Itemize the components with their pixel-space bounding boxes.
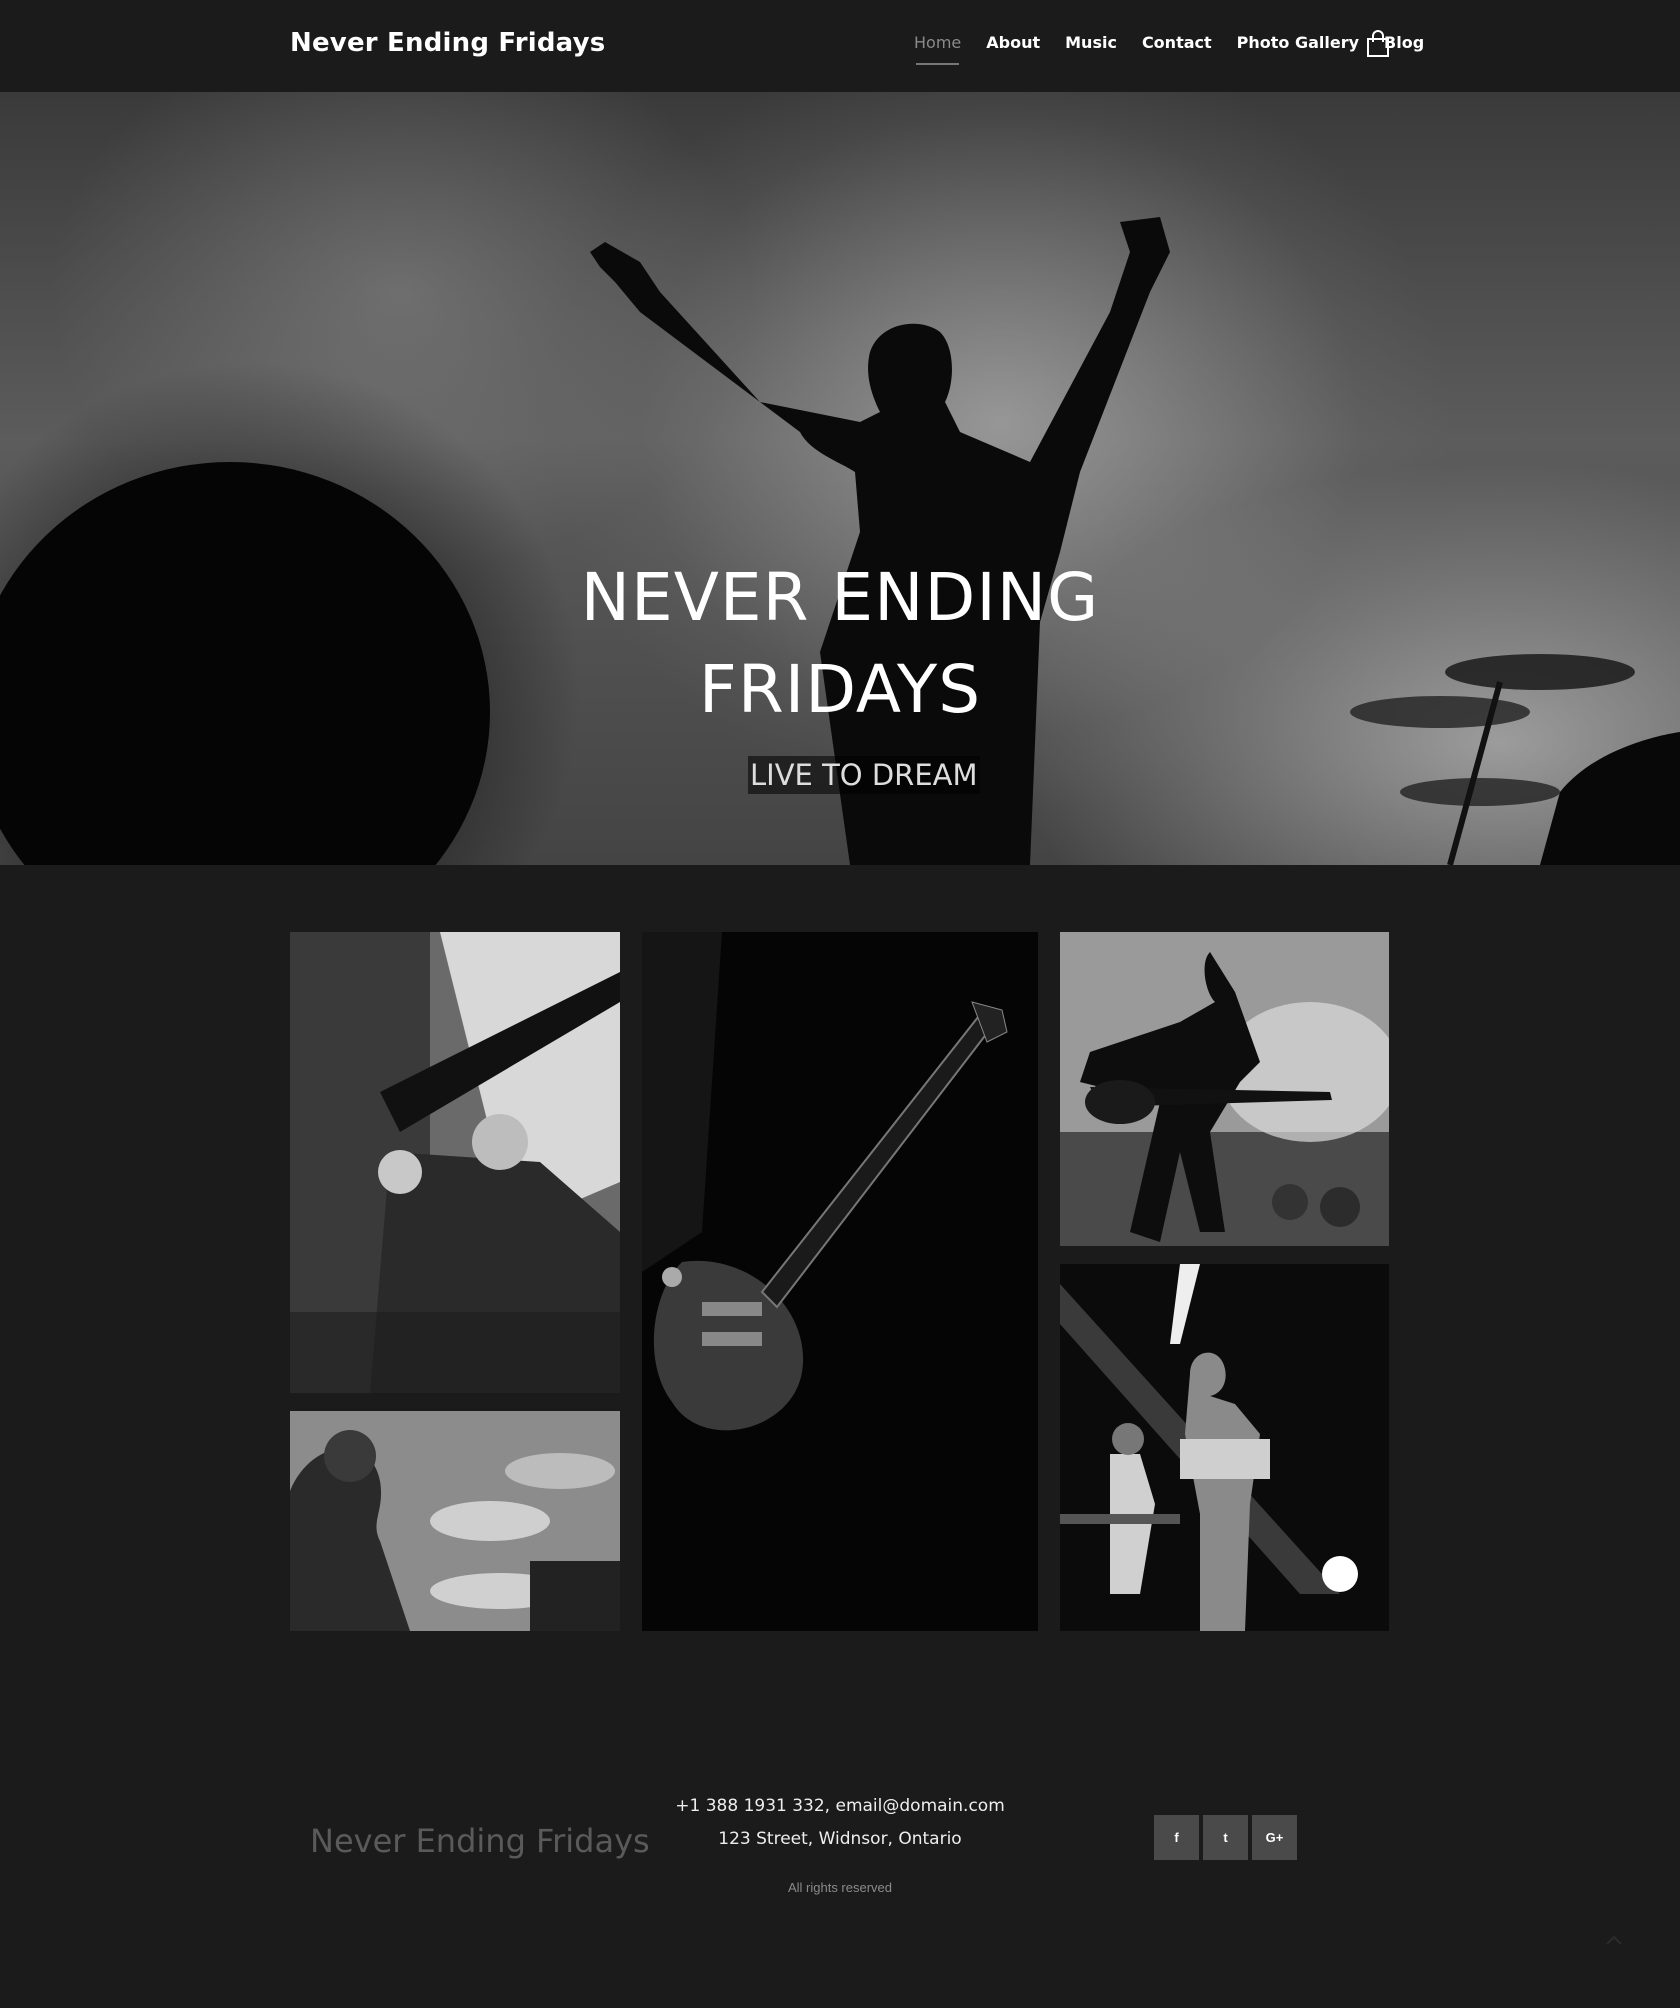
footer-address-line: 123 Street, Widnsor, Ontario xyxy=(718,1829,962,1849)
hero-title-line-2: FRIDAYS xyxy=(698,651,982,728)
hero-tagline: LIVE TO DREAM xyxy=(748,756,980,794)
gallery-image-guitarist-closeup[interactable] xyxy=(290,932,620,1393)
hero-concert-photo xyxy=(0,217,1680,865)
gallery-image-guitarist-on-stage[interactable] xyxy=(1060,932,1389,1246)
twitter-icon[interactable]: t xyxy=(1203,1815,1248,1860)
nav-item-home[interactable]: Home xyxy=(914,33,961,65)
gallery-image-drummer[interactable] xyxy=(290,1411,620,1631)
hero-banner: NEVER ENDING FRIDAYS LIVE TO DREAM xyxy=(0,92,1680,865)
footer-rights: All rights reserved xyxy=(787,1880,893,1895)
nav-item-about[interactable]: About xyxy=(986,33,1040,52)
social-links: f t G+ xyxy=(1154,1815,1297,1860)
footer-brand[interactable]: Never Ending Fridays xyxy=(310,1822,650,1860)
hero-title: NEVER ENDING FRIDAYS xyxy=(0,552,1680,736)
nav-item-blog[interactable]: Blog xyxy=(1384,33,1424,52)
site-header: Never Ending Fridays Home About Music Co… xyxy=(0,0,1680,92)
site-brand[interactable]: Never Ending Fridays xyxy=(290,28,605,58)
footer-contact-line: +1 388 1931 332, email@domain.com xyxy=(675,1796,1005,1816)
scroll-to-top-icon[interactable] xyxy=(1604,1934,1624,1946)
nav-item-music[interactable]: Music xyxy=(1065,33,1117,52)
gallery-image-electric-guitar[interactable] xyxy=(642,932,1038,1631)
footer-contact: +1 388 1931 332, email@domain.com 123 St… xyxy=(640,1790,1040,1856)
google-plus-icon[interactable]: G+ xyxy=(1252,1815,1297,1860)
nav-item-photo-gallery[interactable]: Photo Gallery xyxy=(1237,33,1359,52)
shopping-bag-icon[interactable] xyxy=(1366,30,1390,58)
facebook-icon[interactable]: f xyxy=(1154,1815,1199,1860)
gallery-image-singer-with-guitar[interactable] xyxy=(1060,1264,1389,1631)
nav-item-contact[interactable]: Contact xyxy=(1142,33,1212,52)
hero-title-line-1: NEVER ENDING xyxy=(580,559,1100,636)
